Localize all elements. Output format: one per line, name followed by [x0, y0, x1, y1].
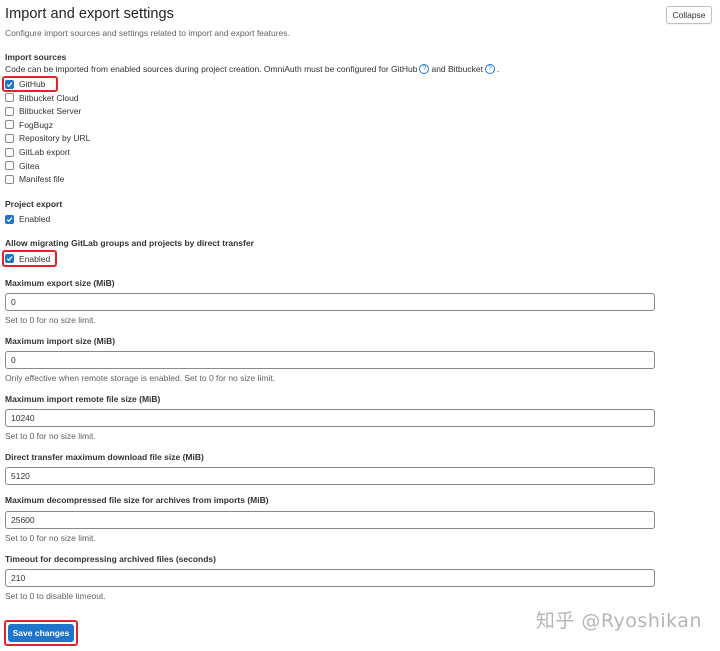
max-decompressed-size-label: Maximum decompressed file size for archi…	[5, 495, 269, 505]
import-source-manifest-file[interactable]: Manifest file	[5, 173, 64, 185]
import-source-label: FogBugz	[19, 119, 54, 130]
decompress-timeout-input[interactable]: 210	[5, 569, 655, 587]
import-source-label: Bitbucket Server	[19, 106, 82, 116]
max-decompressed-size-help: Set to 0 for no size limit.	[5, 533, 96, 543]
bitbucket-server-checkbox[interactable]	[5, 106, 14, 116]
check-icon	[6, 256, 13, 262]
bitbucket-help-icon[interactable]: ?	[484, 64, 495, 74]
page-description: Configure import sources and settings re…	[5, 28, 290, 38]
import-sources-help-and: and Bitbucket	[431, 64, 483, 74]
max-export-size-label: Maximum export size (MiB)	[5, 278, 115, 288]
settings-header: Import and export settings Configure imp…	[5, 6, 715, 46]
max-export-size-help: Set to 0 for no size limit.	[5, 315, 96, 325]
max-import-remote-file-size-label: Maximum import remote file size (MiB)	[5, 394, 161, 404]
bitbucket-cloud-checkbox[interactable]	[5, 93, 14, 102]
save-changes-button[interactable]: Save changes	[8, 624, 74, 642]
project-export-label: Project export	[5, 199, 63, 209]
import-export-settings-panel: Import and export settings Configure imp…	[2, 0, 715, 651]
project-export-enabled-label: Enabled	[19, 214, 51, 224]
direct-transfer-checkbox[interactable]	[5, 254, 14, 263]
direct-transfer-enabled[interactable]: Enabled	[5, 253, 50, 265]
max-import-size-label: Maximum import size (MiB)	[5, 336, 116, 346]
max-decompressed-size-input[interactable]: 25600	[5, 511, 655, 529]
import-source-gitlab-export[interactable]: GitLab export	[5, 146, 70, 158]
import-source-gitea[interactable]: Gitea	[5, 160, 39, 172]
direct-transfer-label: Allow migrating GitLab groups and projec…	[5, 238, 254, 248]
import-sources-help: Code can be imported from enabled source…	[5, 64, 499, 74]
gitea-checkbox[interactable]	[5, 161, 14, 170]
max-import-size-input[interactable]: 0	[5, 351, 655, 369]
import-source-label: GitLab export	[19, 147, 71, 157]
repository-by-url-checkbox[interactable]	[5, 133, 14, 143]
decompress-timeout-help: Set to 0 to disable timeout.	[5, 591, 106, 601]
page-title: Import and export settings	[5, 6, 174, 22]
watermark: 知乎 @Ryoshikan	[535, 610, 702, 632]
import-source-label: Gitea	[19, 160, 40, 171]
decompress-timeout-label: Timeout for decompressing archived files…	[5, 554, 216, 564]
max-import-size-help: Only effective when remote storage is en…	[5, 373, 276, 383]
max-export-size-input[interactable]: 0	[5, 293, 655, 311]
import-source-bitbucket-cloud[interactable]: Bitbucket Cloud	[5, 92, 79, 104]
import-source-label: Bitbucket Cloud	[19, 92, 79, 103]
import-source-label: Repository by URL	[19, 133, 91, 143]
import-source-repository-by-url[interactable]: Repository by URL	[5, 132, 90, 144]
import-source-bitbucket-server[interactable]: Bitbucket Server	[5, 105, 81, 117]
github-help-icon[interactable]: ?	[419, 64, 430, 74]
import-sources-label: Import sources	[5, 52, 67, 62]
fogbugz-checkbox[interactable]	[5, 120, 14, 129]
import-source-fogbugz[interactable]: FogBugz	[5, 119, 53, 131]
import-source-label: Manifest file	[19, 174, 65, 184]
import-source-github[interactable]: GitHub	[5, 78, 45, 90]
import-sources-help-text: Code can be imported from enabled source…	[5, 64, 418, 74]
manifest-file-checkbox[interactable]	[5, 174, 14, 184]
direct-transfer-max-download-input[interactable]: 5120	[5, 467, 655, 485]
collapse-button[interactable]: Collapse	[666, 6, 712, 24]
import-source-label: GitHub	[19, 79, 46, 89]
project-export-checkbox[interactable]	[5, 214, 14, 224]
gitlab-export-checkbox[interactable]	[5, 147, 14, 157]
check-icon	[6, 216, 13, 222]
max-import-remote-file-size-input[interactable]: 10240	[5, 409, 655, 427]
import-sources-help-suffix: .	[496, 64, 500, 74]
project-export-enabled[interactable]: Enabled	[5, 213, 50, 225]
direct-transfer-max-download-label: Direct transfer maximum download file si…	[5, 452, 204, 462]
max-import-remote-file-size-help: Set to 0 for no size limit.	[5, 431, 96, 441]
direct-transfer-enabled-label: Enabled	[19, 253, 51, 264]
check-icon	[6, 81, 13, 87]
github-checkbox[interactable]	[5, 79, 14, 89]
